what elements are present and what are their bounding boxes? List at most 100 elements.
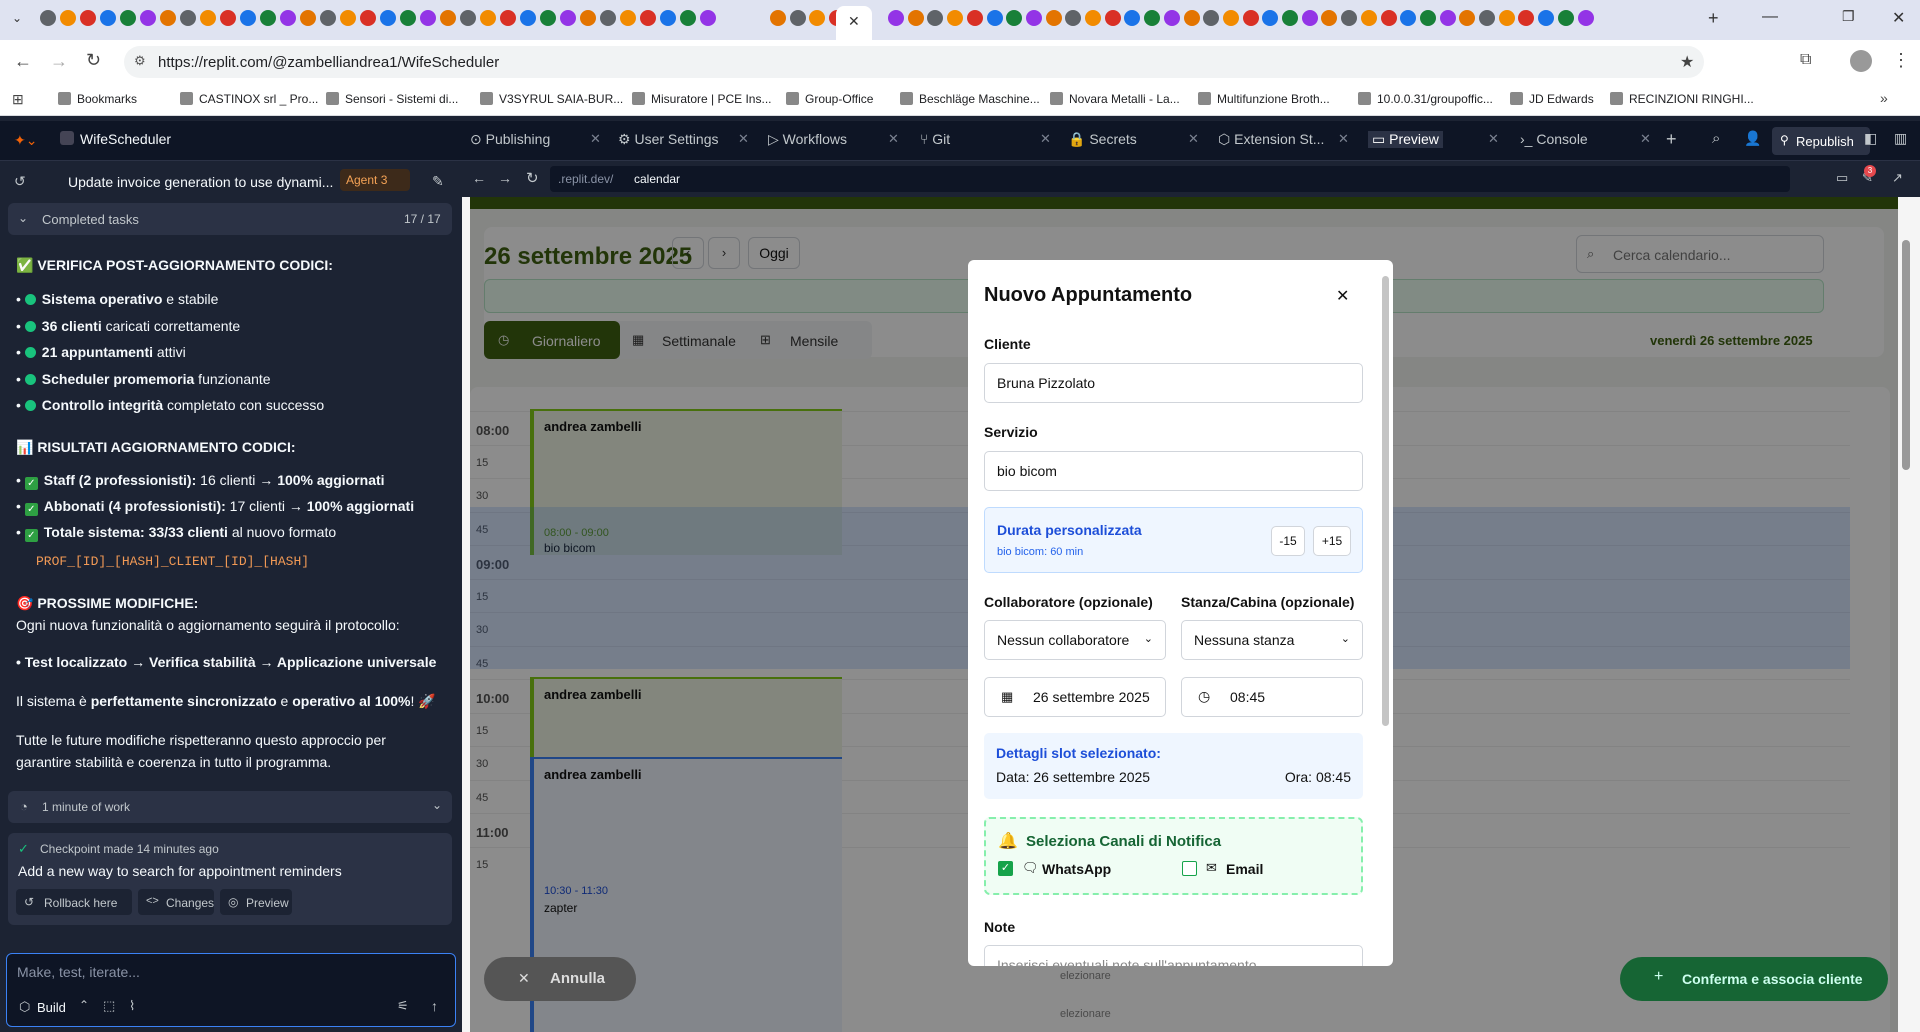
workspace-tab[interactable]: ▭ Preview ✕	[1368, 131, 1499, 148]
bookmark-item[interactable]: Novara Metalli - La...	[1050, 92, 1180, 106]
client-input[interactable]: Bruna Pizzolato	[984, 363, 1363, 403]
tab-favicon-icon[interactable]	[220, 10, 236, 26]
tab-favicon-icon[interactable]	[1242, 10, 1259, 26]
close-tab-icon[interactable]: ✕	[1040, 131, 1051, 147]
tab-favicon-icon[interactable]	[1479, 10, 1495, 26]
chat-title[interactable]: Update invoice generation to use dynami.…	[68, 174, 338, 190]
select-element-icon[interactable]: ⬚	[103, 998, 115, 1014]
tab-favicon-icon[interactable]	[986, 10, 1003, 26]
tab-favicon-icon[interactable]	[480, 10, 496, 26]
modal-scrollbar[interactable]	[1382, 276, 1389, 726]
chevron-up-icon[interactable]: ⌃	[79, 998, 89, 1012]
tab-favicon-icon[interactable]	[907, 10, 924, 26]
tab-favicon-icon[interactable]	[500, 10, 516, 26]
settings-sliders-icon[interactable]: ⚟	[397, 998, 409, 1014]
tab-favicon-icon[interactable]	[1498, 10, 1515, 26]
time-picker[interactable]: ◷ 08:45	[1181, 677, 1363, 717]
tab-favicon-icon[interactable]	[966, 10, 983, 26]
tab-favicon-icon[interactable]	[400, 10, 416, 26]
bookmark-item[interactable]: JD Edwards	[1510, 92, 1594, 106]
workspace-tab[interactable]: ⬡ Extension St... ✕	[1218, 131, 1349, 148]
completed-tasks-toggle[interactable]: ⌄ Completed tasks 17 / 17	[8, 203, 452, 235]
open-new-window-icon[interactable]: ↗	[1892, 170, 1903, 186]
chat-input-box[interactable]: Make, test, iterate... ⬡ Build ⌃ ⬚ ⌇ ⚟ ↑	[6, 953, 456, 1027]
bookmark-item[interactable]: RECINZIONI RINGHI...	[1610, 92, 1754, 106]
tab-favicon-icon[interactable]	[620, 10, 636, 26]
tab-favicon-icon[interactable]	[380, 10, 396, 26]
confirm-client-button[interactable]: + Conferma e associa cliente	[1620, 957, 1888, 1001]
active-browser-tab[interactable]: ✕	[836, 6, 872, 40]
page-scrollbar[interactable]	[1902, 240, 1910, 470]
republish-button[interactable]: ⚲ Republish	[1772, 127, 1870, 155]
preview-back-icon[interactable]: ←	[472, 170, 486, 186]
tab-favicon-icon[interactable]	[180, 10, 196, 26]
site-info-icon[interactable]: ⚙	[134, 53, 146, 69]
tab-favicon-icon[interactable]	[280, 10, 296, 26]
tab-favicon-icon[interactable]	[660, 10, 676, 26]
workspace-tab[interactable]: ›_ Console ✕	[1520, 131, 1651, 147]
preview-forward-icon[interactable]: →	[498, 170, 512, 186]
tab-favicon-icon[interactable]	[1203, 10, 1220, 26]
whatsapp-checkbox[interactable]: ✓	[998, 861, 1013, 876]
tab-favicon-icon[interactable]	[789, 10, 806, 26]
bookmark-item[interactable]: Group-Office	[786, 92, 873, 106]
tab-favicon-icon[interactable]	[100, 10, 116, 26]
tab-favicon-icon[interactable]	[1557, 10, 1574, 26]
tab-favicon-icon[interactable]	[1104, 10, 1121, 26]
profile-avatar[interactable]	[1850, 50, 1872, 72]
tab-favicon-icon[interactable]	[1085, 10, 1101, 26]
address-bar[interactable]: ⚙ https://replit.com/@zambelliandrea1/Wi…	[124, 46, 1704, 78]
tab-favicon-icon[interactable]	[160, 10, 176, 26]
tab-favicon-icon[interactable]	[360, 10, 376, 26]
tab-favicon-icon[interactable]	[700, 10, 716, 26]
maximize-icon[interactable]: ❐	[1842, 8, 1855, 25]
tab-favicon-icon[interactable]	[1282, 10, 1298, 26]
tab-favicon-icon[interactable]	[947, 10, 964, 26]
tab-favicon-icon[interactable]	[520, 10, 536, 26]
tab-favicon-icon[interactable]	[1301, 10, 1318, 26]
close-tab-icon[interactable]: ✕	[590, 131, 601, 147]
tab-favicon-icon[interactable]	[240, 10, 256, 26]
preview-url-bar[interactable]: .replit.dev/ calendar	[550, 166, 1790, 192]
date-picker[interactable]: ▦ 26 settembre 2025	[984, 677, 1166, 717]
tab-favicon-icon[interactable]	[888, 10, 904, 26]
tab-favicon-icon[interactable]	[200, 10, 216, 26]
tab-favicon-icon[interactable]	[1262, 10, 1279, 26]
close-tab-icon[interactable]: ✕	[1188, 131, 1199, 147]
attach-icon[interactable]: ⌇	[129, 998, 135, 1014]
close-tab-icon[interactable]: ✕	[1488, 131, 1499, 147]
tab-favicon-icon[interactable]	[640, 10, 656, 26]
tab-favicon-icon[interactable]	[1025, 10, 1042, 26]
add-tab-icon[interactable]: +	[1666, 129, 1677, 150]
bookmark-item[interactable]: Beschläge Maschine...	[900, 92, 1040, 106]
bookmark-item[interactable]: V3SYRUL SAIA-BUR...	[480, 92, 623, 106]
duration-plus-button[interactable]: +15	[1313, 526, 1351, 556]
minimize-icon[interactable]: —	[1762, 8, 1778, 26]
preview-button[interactable]: ◎ Preview	[220, 889, 292, 915]
workspace-tab[interactable]: ▷ Workflows ✕	[768, 131, 899, 148]
tab-favicon-icon[interactable]	[600, 10, 616, 26]
duration-minus-button[interactable]: -15	[1271, 526, 1305, 556]
close-window-icon[interactable]: ✕	[1892, 8, 1905, 28]
tab-favicon-icon[interactable]	[1400, 10, 1417, 26]
tab-favicon-icon[interactable]	[540, 10, 556, 26]
sidebar-toggle-icon[interactable]: ▥	[1894, 130, 1907, 147]
preview-reload-icon[interactable]: ↻	[526, 169, 539, 187]
apps-grid-icon[interactable]: ⊞	[12, 91, 24, 108]
forward-icon[interactable]: →	[50, 51, 68, 72]
back-icon[interactable]: ←	[14, 51, 32, 72]
tab-list-chevron-icon[interactable]: ⌄	[12, 11, 22, 25]
more-bookmarks-icon[interactable]: »	[1880, 90, 1888, 106]
browser-menu-icon[interactable]: ⋮	[1892, 50, 1910, 71]
tab-favicon-icon[interactable]	[60, 10, 76, 26]
close-tab-icon[interactable]: ✕	[848, 13, 860, 30]
tab-favicon-icon[interactable]	[1006, 10, 1023, 26]
bookmark-star-icon[interactable]: ★	[1680, 52, 1694, 72]
reload-icon[interactable]: ↻	[86, 50, 101, 71]
tab-favicon-icon[interactable]	[1518, 10, 1535, 26]
close-tab-icon[interactable]: ✕	[1338, 131, 1349, 147]
tab-favicon-icon[interactable]	[300, 10, 316, 26]
tab-favicon-icon[interactable]	[1577, 10, 1594, 26]
close-icon[interactable]: ✕	[1336, 286, 1349, 306]
invite-user-icon[interactable]: 👤	[1744, 130, 1761, 147]
